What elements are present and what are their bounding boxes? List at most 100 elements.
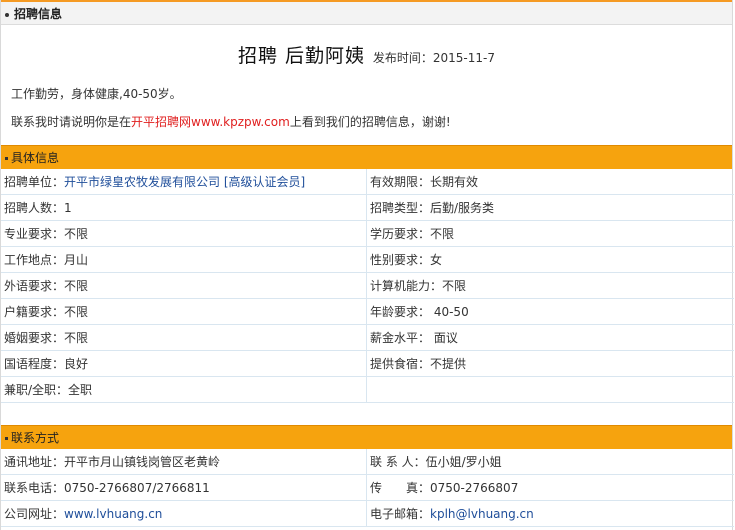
- table-cell: 计算机能力：不限: [366, 272, 734, 299]
- cell-value: 后勤/服务类: [430, 201, 495, 215]
- cell-value: 良好: [64, 357, 89, 371]
- cell-label: 性别要求：: [370, 253, 431, 267]
- details-table: 招聘单位：开平市绿皇农牧发展有限公司 [高级认证会员] 有效期限：长期有效 招聘…: [1, 169, 734, 403]
- company-link[interactable]: 开平市绿皇农牧发展有限公司 [高级认证会员]: [64, 175, 305, 189]
- cell-value: 不限: [64, 331, 89, 345]
- table-cell: 招聘单位：开平市绿皇农牧发展有限公司 [高级认证会员]: [1, 169, 367, 195]
- cell-label: 婚姻要求：: [4, 331, 65, 345]
- cell-label: 国语程度：: [4, 357, 65, 371]
- cell-label: 公司网址：: [4, 507, 65, 521]
- job-title: 招聘 后勤阿姨: [238, 45, 366, 67]
- table-cell: 电子邮箱：kplh@lvhuang.cn: [366, 500, 734, 527]
- table-cell: 传 真：0750-2766807: [366, 474, 734, 501]
- table-row: 招聘单位：开平市绿皇农牧发展有限公司 [高级认证会员] 有效期限：长期有效: [1, 169, 734, 195]
- cell-label: 工作地点：: [4, 253, 65, 267]
- cell-value: 1: [64, 201, 72, 215]
- website-link[interactable]: www.lvhuang.cn: [64, 507, 162, 521]
- contact-person-value: 伍小姐/罗小姐: [425, 455, 502, 469]
- table-row: 通讯地址：开平市月山镇钱岗管区老黄岭 联 系 人：伍小姐/罗小姐: [1, 449, 734, 475]
- table-row: 婚姻要求：不限 薪金水平： 面议: [1, 324, 734, 351]
- cell-label: 招聘单位：: [4, 175, 65, 189]
- cell-label: 电子邮箱：: [370, 507, 431, 521]
- cell-label: 薪金水平：: [370, 331, 431, 345]
- table-row: 工作地点：月山 性别要求：女: [1, 246, 734, 273]
- bullet-icon: [5, 437, 8, 440]
- contact-note-suffix: 上看到我们的招聘信息，谢谢!: [289, 115, 451, 129]
- table-cell: 有效期限：长期有效: [366, 169, 734, 195]
- table-cell: 联 系 人：伍小姐/罗小姐: [366, 449, 734, 475]
- publish-date: 2015-11-7: [432, 51, 495, 65]
- panel-header: 招聘信息: [1, 0, 732, 25]
- job-title-row: 招聘 后勤阿姨 发布时间：2015-11-7: [1, 41, 732, 71]
- cell-label: 外语要求：: [4, 279, 65, 293]
- table-cell: 户籍要求：不限: [1, 298, 367, 325]
- cell-label: 联系电话：: [4, 481, 65, 495]
- table-cell: 工作地点：月山: [1, 246, 367, 273]
- table-cell: 专业要求：不限: [1, 220, 367, 247]
- fax-value: 0750-2766807: [430, 481, 519, 495]
- table-cell: 招聘人数：1: [1, 194, 367, 221]
- table-row: 公司网址：www.lvhuang.cn 电子邮箱：kplh@lvhuang.cn: [1, 500, 734, 527]
- cell-label: 联 系 人：: [370, 455, 426, 469]
- cell-label: 有效期限：: [370, 175, 431, 189]
- table-row: 专业要求：不限 学历要求：不限: [1, 220, 734, 247]
- panel-title: 招聘信息: [14, 7, 63, 21]
- table-row: 联系电话：0750-2766807/2766811 传 真：0750-27668…: [1, 474, 734, 501]
- contact-section-title: 联系方式: [11, 431, 60, 445]
- job-detail-panel: 招聘信息 招聘 后勤阿姨 发布时间：2015-11-7 工作勤劳，身体健康,40…: [0, 0, 734, 530]
- cell-value: 全职: [68, 383, 93, 397]
- cell-value: 不限: [64, 305, 89, 319]
- table-cell: 联系电话：0750-2766807/2766811: [1, 474, 367, 501]
- cell-label: 招聘类型：: [370, 201, 431, 215]
- site-link[interactable]: 开平招聘网www.kpzpw.com: [131, 115, 290, 129]
- table-row: 户籍要求：不限 年龄要求： 40-50: [1, 298, 734, 325]
- table-row: 外语要求：不限 计算机能力：不限: [1, 272, 734, 299]
- table-cell: 薪金水平： 面议: [366, 324, 734, 351]
- cell-label: 通讯地址：: [4, 455, 65, 469]
- cell-label: 年龄要求：: [370, 305, 431, 319]
- cell-label: 户籍要求：: [4, 305, 65, 319]
- cell-label: 传 真：: [370, 481, 431, 495]
- contact-section-header: 联系方式: [1, 425, 732, 449]
- table-cell: 招聘类型：后勤/服务类: [366, 194, 734, 221]
- table-cell: 学历要求：不限: [366, 220, 734, 247]
- bullet-icon: [5, 157, 8, 160]
- cell-value: 不限: [64, 227, 89, 241]
- cell-label: 提供食宿：: [370, 357, 431, 371]
- table-cell: 通讯地址：开平市月山镇钱岗管区老黄岭: [1, 449, 367, 475]
- cell-label: 专业要求：: [4, 227, 65, 241]
- contact-note-prefix: 联系我时请说明你是在: [11, 115, 132, 129]
- cell-value: 不限: [64, 279, 89, 293]
- table-cell: 年龄要求： 40-50: [366, 298, 734, 325]
- table-cell: 兼职/全职：全职: [1, 376, 367, 403]
- table-cell: 提供食宿：不提供: [366, 350, 734, 377]
- cell-value: 不限: [430, 227, 455, 241]
- table-cell: 性别要求：女: [366, 246, 734, 273]
- table-row: 招聘人数：1 招聘类型：后勤/服务类: [1, 194, 734, 221]
- table-cell: 国语程度：良好: [1, 350, 367, 377]
- contact-table: 通讯地址：开平市月山镇钱岗管区老黄岭 联 系 人：伍小姐/罗小姐 联系电话：07…: [1, 449, 734, 527]
- table-row: 国语程度：良好 提供食宿：不提供: [1, 350, 734, 377]
- cell-label: 计算机能力：: [370, 279, 443, 293]
- job-description: 工作勤劳，身体健康,40-50岁。: [11, 87, 182, 101]
- table-cell: 婚姻要求：不限: [1, 324, 367, 351]
- address-value: 开平市月山镇钱岗管区老黄岭: [64, 455, 221, 469]
- table-row: 兼职/全职：全职: [1, 376, 734, 403]
- details-section-title: 具体信息: [11, 151, 60, 165]
- cell-label: 招聘人数：: [4, 201, 65, 215]
- contact-note: 联系我时请说明你是在开平招聘网www.kpzpw.com上看到我们的招聘信息，谢…: [1, 115, 732, 129]
- table-cell: [366, 376, 734, 403]
- publish-label: 发布时间：: [372, 51, 433, 65]
- table-cell: 外语要求：不限: [1, 272, 367, 299]
- cell-value: 40-50: [430, 305, 469, 319]
- cell-value: 长期有效: [430, 175, 479, 189]
- cell-label: 学历要求：: [370, 227, 431, 241]
- cell-value: 女: [430, 253, 443, 267]
- phone-value: 0750-2766807/2766811: [64, 481, 210, 495]
- publish-info: 发布时间：2015-11-7: [373, 51, 495, 65]
- cell-value: 不提供: [430, 357, 467, 371]
- cell-value: 月山: [64, 253, 89, 267]
- cell-label: 兼职/全职：: [4, 383, 69, 397]
- details-section-header: 具体信息: [1, 145, 732, 169]
- email-link[interactable]: kplh@lvhuang.cn: [430, 507, 534, 521]
